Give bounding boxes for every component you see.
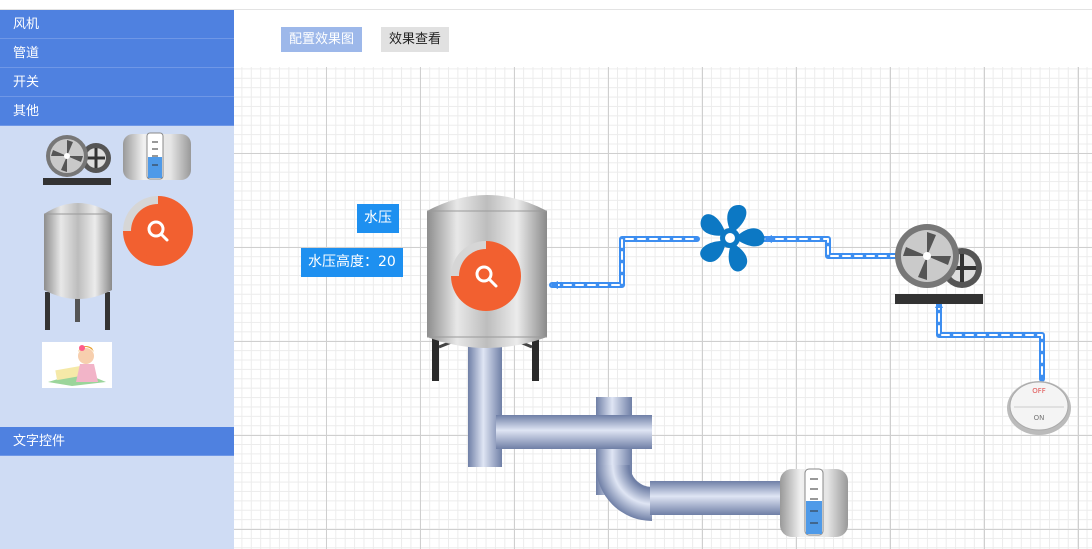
tank-icon xyxy=(44,203,112,330)
category-switch[interactable]: 开关 xyxy=(0,68,234,97)
editor-main: 配置效果图 效果查看 水压 水压高度：20 OFF ON xyxy=(234,10,1092,549)
component-sidebar: 风机 管道 开关 其他 文字控件 xyxy=(0,10,234,549)
palette-level-gauge[interactable] xyxy=(121,130,193,184)
switch-on-text: ON xyxy=(1033,414,1045,422)
water-pressure-label[interactable]: 水压 xyxy=(357,204,399,233)
category-fan[interactable]: 风机 xyxy=(0,10,234,39)
category-text-widget[interactable]: 文字控件 xyxy=(0,427,234,456)
blower-motor[interactable] xyxy=(893,212,985,308)
config-diagram-button[interactable]: 配置效果图 xyxy=(281,27,363,52)
blue-fan[interactable] xyxy=(692,200,768,276)
component-palette xyxy=(0,126,234,427)
magnifier-widget[interactable] xyxy=(450,240,522,312)
category-pipe[interactable]: 管道 xyxy=(0,39,234,68)
palette-tank[interactable] xyxy=(41,194,115,334)
toolbar: 配置效果图 效果查看 xyxy=(234,10,1092,67)
cartoon-picture-icon xyxy=(48,345,106,386)
magnifier-icon xyxy=(123,196,193,266)
search-icon xyxy=(451,241,521,311)
water-level-gauge[interactable] xyxy=(778,467,850,539)
onoff-switch[interactable]: OFF ON xyxy=(1006,378,1072,436)
level-gauge-icon xyxy=(780,468,848,537)
view-effect-button[interactable]: 效果查看 xyxy=(381,27,450,52)
level-gauge-icon xyxy=(123,132,191,180)
water-height-label[interactable]: 水压高度：20 xyxy=(301,248,403,277)
category-other[interactable]: 其他 xyxy=(0,97,234,126)
app-window: 风机 管道 开关 其他 文字控件 配置效果图 效果查看 水压 水压高度：20 O… xyxy=(0,0,1092,549)
blower-motor-icon xyxy=(43,135,111,185)
design-canvas[interactable]: 水压 水压高度：20 OFF ON xyxy=(234,67,1092,549)
palette-magnifier[interactable] xyxy=(121,194,195,268)
palette-blower-motor[interactable] xyxy=(41,130,113,188)
palette-picture[interactable] xyxy=(42,342,112,388)
blower-motor-icon xyxy=(895,224,983,304)
switch-off-text: OFF xyxy=(1032,387,1046,395)
fan-icon xyxy=(700,204,765,272)
top-strip xyxy=(0,0,1092,10)
